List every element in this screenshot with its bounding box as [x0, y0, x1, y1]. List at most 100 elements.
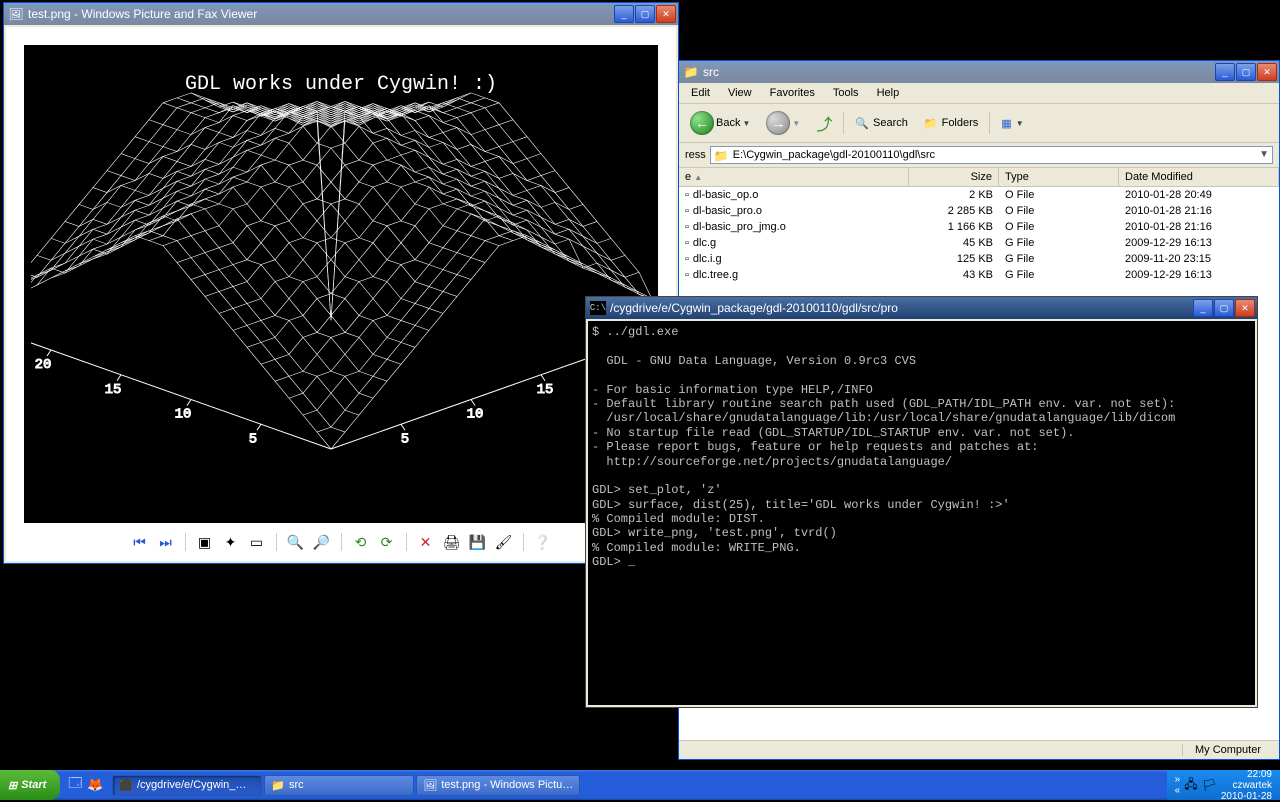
separator: [843, 112, 844, 134]
file-name: dlc.i.g: [693, 253, 722, 265]
terminal-titlebar[interactable]: C:\ /cygdrive/e/Cygwin_package/gdl-20100…: [586, 297, 1257, 319]
delete-icon[interactable]: ✕: [415, 531, 437, 553]
task-button[interactable]: ⬛/cygdrive/e/Cygwin_…: [112, 775, 262, 796]
close-button[interactable]: ✕: [656, 5, 676, 23]
next-icon[interactable]: ⏭: [155, 531, 177, 553]
fit-icon[interactable]: ▣: [194, 531, 216, 553]
close-button[interactable]: ✕: [1257, 63, 1277, 81]
firefox-icon[interactable]: 🦊: [86, 776, 104, 794]
menu-help[interactable]: Help: [869, 85, 908, 101]
file-type: O File: [999, 203, 1119, 219]
tray-flag-icon[interactable]: 🏳: [1202, 778, 1217, 792]
viewer-titlebar[interactable]: 🖼 test.png - Windows Picture and Fax Vie…: [4, 3, 678, 25]
taskbar: ⊞ Start 🗔 🦊 ⬛/cygdrive/e/Cygwin_…📁src🖼te…: [0, 770, 1280, 800]
explorer-menubar: Edit View Favorites Tools Help: [679, 83, 1279, 104]
file-name: dl-basic_op.o: [693, 189, 758, 201]
terminal-output[interactable]: $ ../gdl.exe GDL - GNU Data Language, Ve…: [588, 321, 1255, 705]
minimize-button[interactable]: _: [614, 5, 634, 23]
views-icon: ▦: [1001, 117, 1011, 130]
file-type: O File: [999, 187, 1119, 203]
task-buttons: ⬛/cygdrive/e/Cygwin_…📁src🖼test.png - Win…: [110, 775, 1166, 796]
status-text: My Computer: [1182, 744, 1273, 756]
tray-expand-icon[interactable]: »«: [1175, 774, 1181, 796]
rotate-ccw-icon[interactable]: ⟲: [350, 531, 372, 553]
maximize-button[interactable]: ▢: [1214, 299, 1234, 317]
column-size[interactable]: Size: [909, 168, 999, 186]
tray-network-icon[interactable]: 🖧: [1184, 775, 1197, 796]
table-row[interactable]: ▫dl-basic_pro.o 2 285 KB O File 2010-01-…: [679, 203, 1279, 219]
print-icon[interactable]: 🖨: [441, 531, 463, 553]
table-row[interactable]: ▫dl-basic_pro_jmg.o 1 166 KB O File 2010…: [679, 219, 1279, 235]
separator: [523, 533, 524, 551]
table-row[interactable]: ▫dl-basic_op.o 2 KB O File 2010-01-28 20…: [679, 187, 1279, 203]
menu-favorites[interactable]: Favorites: [762, 85, 823, 101]
zoom-out-icon[interactable]: 🔎: [311, 531, 333, 553]
file-size: 125 KB: [909, 251, 999, 267]
menu-tools[interactable]: Tools: [825, 85, 867, 101]
start-button[interactable]: ⊞ Start: [0, 770, 60, 800]
column-modified[interactable]: Date Modified: [1119, 168, 1279, 186]
folders-label: Folders: [942, 117, 979, 129]
image-canvas: GDL works under Cygwin! :) 5101520510152…: [24, 45, 658, 523]
folder-icon: 📁: [683, 64, 699, 80]
actual-icon[interactable]: ✦: [220, 531, 242, 553]
task-button[interactable]: 📁src: [264, 775, 414, 796]
file-icon: ▫: [685, 269, 689, 281]
search-button[interactable]: 🔍 Search: [850, 114, 913, 133]
table-row[interactable]: ▫dlc.i.g 125 KB G File 2009-11-20 23:15: [679, 251, 1279, 267]
maximize-button[interactable]: ▢: [1236, 63, 1256, 81]
forward-button[interactable]: → ▼: [761, 108, 805, 138]
explorer-titlebar[interactable]: 📁 src _ ▢ ✕: [679, 61, 1279, 83]
edit-icon[interactable]: 🖌: [493, 531, 515, 553]
column-type[interactable]: Type: [999, 168, 1119, 186]
up-button[interactable]: ⤴: [811, 108, 837, 138]
address-label: ress: [685, 149, 706, 161]
terminal-window: C:\ /cygdrive/e/Cygwin_package/gdl-20100…: [585, 296, 1258, 708]
explorer-title: src: [703, 65, 1215, 79]
chevron-down-icon[interactable]: ▼: [742, 119, 750, 128]
surface-plot: GDL works under Cygwin! :) 5101520510152…: [31, 49, 651, 519]
folder-icon: 📁: [714, 149, 729, 163]
menu-edit[interactable]: Edit: [683, 85, 718, 101]
rotate-cw-icon[interactable]: ⟳: [376, 531, 398, 553]
slideshow-icon[interactable]: ▭: [246, 531, 268, 553]
file-name: dlc.g: [693, 237, 716, 249]
svg-text:15: 15: [105, 382, 122, 398]
tray-clock[interactable]: 22:09 czwartek 2010-01-28: [1221, 769, 1272, 802]
back-button[interactable]: ← Back ▼: [685, 108, 755, 138]
prev-icon[interactable]: ⏮: [129, 531, 151, 553]
file-icon: ▫: [685, 221, 689, 233]
file-type: O File: [999, 219, 1119, 235]
folders-icon: 📁: [924, 117, 938, 130]
file-modified: 2010-01-28 20:49: [1119, 187, 1279, 203]
zoom-in-icon[interactable]: 🔍: [285, 531, 307, 553]
table-row[interactable]: ▫dlc.tree.g 43 KB G File 2009-12-29 16:1…: [679, 267, 1279, 283]
close-button[interactable]: ✕: [1235, 299, 1255, 317]
file-list-header: e ▲ Size Type Date Modified: [679, 168, 1279, 187]
folders-button[interactable]: 📁 Folders: [919, 114, 983, 133]
show-desktop-icon[interactable]: 🗔: [66, 776, 84, 794]
chevron-down-icon[interactable]: ▼: [1016, 119, 1024, 128]
save-icon[interactable]: 💾: [467, 531, 489, 553]
minimize-button[interactable]: _: [1215, 63, 1235, 81]
separator: [341, 533, 342, 551]
help-icon[interactable]: ❔: [532, 531, 554, 553]
minimize-button[interactable]: _: [1193, 299, 1213, 317]
svg-text:10: 10: [467, 407, 484, 423]
svg-text:10: 10: [175, 407, 192, 423]
file-name: dlc.tree.g: [693, 269, 738, 281]
menu-view[interactable]: View: [720, 85, 760, 101]
back-label: Back: [716, 117, 740, 129]
address-input[interactable]: [710, 146, 1273, 164]
terminal-title: /cygdrive/e/Cygwin_package/gdl-20100110/…: [610, 301, 1193, 315]
maximize-button[interactable]: ▢: [635, 5, 655, 23]
task-label: /cygdrive/e/Cygwin_…: [137, 779, 246, 791]
views-button[interactable]: ▦ ▼: [996, 114, 1028, 133]
table-row[interactable]: ▫dlc.g 45 KB G File 2009-12-29 16:13: [679, 235, 1279, 251]
column-name[interactable]: e ▲: [679, 168, 909, 186]
address-dropdown[interactable]: ▼: [1259, 149, 1269, 160]
separator: [185, 533, 186, 551]
file-size: 1 166 KB: [909, 219, 999, 235]
chevron-down-icon[interactable]: ▼: [792, 119, 800, 128]
task-button[interactable]: 🖼test.png - Windows Pictu…: [416, 775, 580, 796]
